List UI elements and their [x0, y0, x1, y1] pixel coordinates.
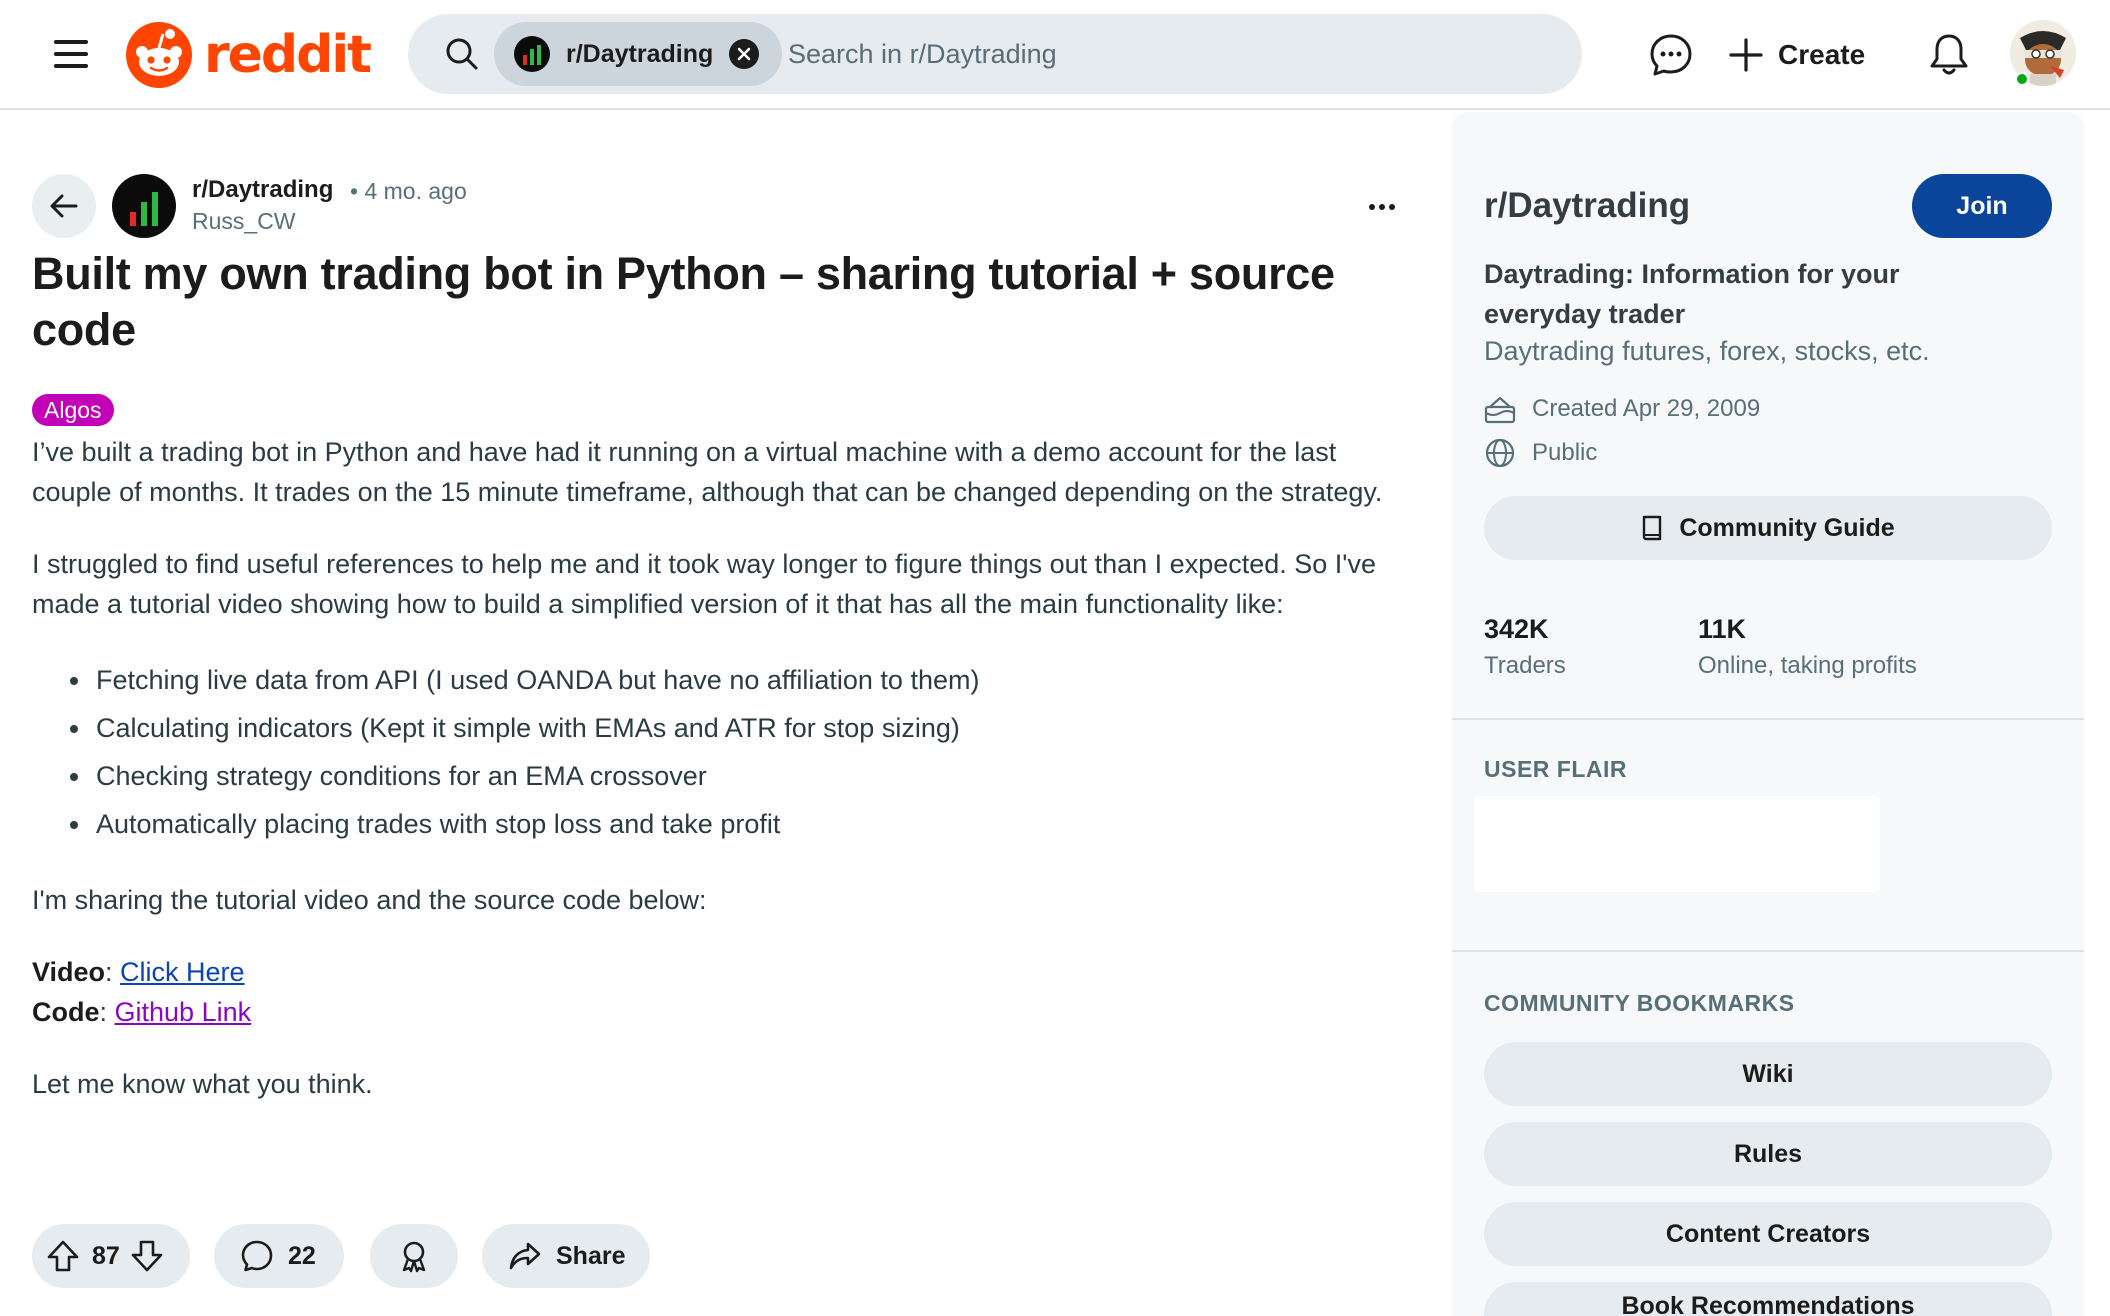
post-meta: r/Daytrading • 4 mo. ago Russ_CW [32, 174, 1404, 240]
post-title: Built my own trading bot in Python – sha… [32, 248, 1335, 355]
video-label: Video [32, 957, 106, 987]
code-label: Code [32, 997, 100, 1027]
list-item: Calculating indicators (Kept it simple w… [32, 704, 1404, 752]
bookmarks-heading: COMMUNITY BOOKMARKS [1484, 990, 1795, 1016]
feature-list: Fetching live data from API (I used OAND… [32, 656, 1404, 848]
reddit-snoo-icon [126, 22, 192, 88]
post-actions: 87 22 Share [32, 1224, 1032, 1288]
logo-wordmark: reddit [204, 25, 372, 85]
share-icon [509, 1242, 541, 1270]
online-label: Online, taking profits [1698, 652, 1917, 679]
members-count: 342K [1484, 614, 1549, 644]
subreddit-link[interactable]: r/Daytrading [192, 176, 333, 204]
comment-icon [241, 1240, 273, 1272]
vote-count: 87 [92, 1241, 120, 1270]
comments-button[interactable]: 22 [214, 1224, 344, 1288]
divider [1452, 718, 2084, 720]
user-flair-preview[interactable] [1474, 796, 1880, 892]
more-options-icon[interactable] [1362, 192, 1402, 222]
close-icon[interactable] [729, 39, 760, 69]
downvote-icon[interactable] [130, 1239, 164, 1273]
menu-icon[interactable] [52, 36, 92, 72]
comment-count: 22 [288, 1241, 316, 1270]
post-age: • 4 mo. ago [350, 178, 467, 204]
chat-icon[interactable] [1648, 32, 1694, 78]
online-count: 11K [1698, 614, 1747, 644]
plus-icon [1729, 38, 1763, 72]
links-paragraph: Video: Click Here Code: Github Link [32, 957, 252, 1027]
back-button[interactable] [32, 174, 96, 238]
community-headline: Daytrading: Information for your everyda… [1484, 259, 1900, 329]
join-button[interactable]: Join [1912, 174, 2052, 238]
search-input[interactable] [788, 34, 1528, 74]
search-bar[interactable]: r/Daytrading [408, 14, 1582, 94]
bell-icon[interactable] [1928, 32, 1970, 78]
create-label: Create [1778, 39, 1866, 70]
subreddit-avatar[interactable] [112, 174, 176, 238]
globe-icon [1484, 437, 1518, 469]
post-paragraph: I'm sharing the tutorial video and the s… [32, 885, 707, 915]
search-scope-chip[interactable]: r/Daytrading [494, 22, 782, 86]
github-link[interactable]: Github Link [115, 997, 252, 1027]
arrow-left-icon [50, 194, 78, 218]
post-paragraph: I struggled to find useful references to… [32, 549, 1376, 619]
search-icon [446, 38, 478, 70]
community-guide-button[interactable]: Community Guide [1484, 496, 2052, 560]
visibility-row: Public [1484, 436, 1597, 470]
created-row: Created Apr 29, 2009 [1484, 392, 1760, 426]
cake-icon [1484, 394, 1518, 424]
top-header: reddit r/Daytrading Create [0, 0, 2110, 110]
list-item: Checking strategy conditions for an EMA … [32, 752, 1404, 800]
vote-control: 87 [32, 1224, 190, 1288]
list-item: Automatically placing trades with stop l… [32, 800, 1404, 848]
bookmark-content-creators-button[interactable]: Content Creators [1484, 1202, 2052, 1266]
video-link[interactable]: Click Here [120, 957, 245, 987]
award-icon [402, 1241, 426, 1273]
author-link[interactable]: Russ_CW [192, 208, 296, 235]
share-button[interactable]: Share [482, 1224, 650, 1288]
upvote-icon[interactable] [46, 1239, 80, 1273]
bookmark-book-recommendations-button[interactable]: Book Recommendations [1484, 1282, 2052, 1316]
bookmark-wiki-button[interactable]: Wiki [1484, 1042, 2052, 1106]
subreddit-avatar [514, 36, 550, 72]
award-button[interactable] [370, 1224, 458, 1288]
bookmark-rules-button[interactable]: Rules [1484, 1122, 2052, 1186]
search-scope-label: r/Daytrading [566, 39, 714, 68]
book-icon [1643, 515, 1662, 541]
members-label: Traders [1484, 652, 1566, 679]
list-item: Fetching live data from API (I used OAND… [32, 656, 1404, 704]
user-flair-heading: USER FLAIR [1484, 756, 1627, 782]
community-sidebar: r/Daytrading Join Daytrading: Informatio… [1452, 112, 2084, 1316]
post-flair[interactable]: Algos [32, 394, 114, 426]
visibility-label: Public [1532, 439, 1598, 466]
community-title: r/Daytrading [1484, 186, 1691, 225]
create-button[interactable]: Create [1728, 28, 1865, 82]
online-status-dot [2015, 72, 2029, 86]
divider [1452, 950, 2084, 952]
post-body: I’ve built a trading bot in Python and h… [32, 432, 1404, 1136]
reddit-logo[interactable]: reddit [126, 20, 372, 90]
post-paragraph: Let me know what you think. [32, 1069, 373, 1099]
community-description: Daytrading futures, forex, stocks, etc. [1484, 336, 1930, 366]
post-paragraph: I’ve built a trading bot in Python and h… [32, 437, 1383, 507]
share-label: Share [556, 1241, 626, 1270]
community-guide-label: Community Guide [1679, 513, 1895, 542]
created-date: Created Apr 29, 2009 [1532, 395, 1761, 422]
